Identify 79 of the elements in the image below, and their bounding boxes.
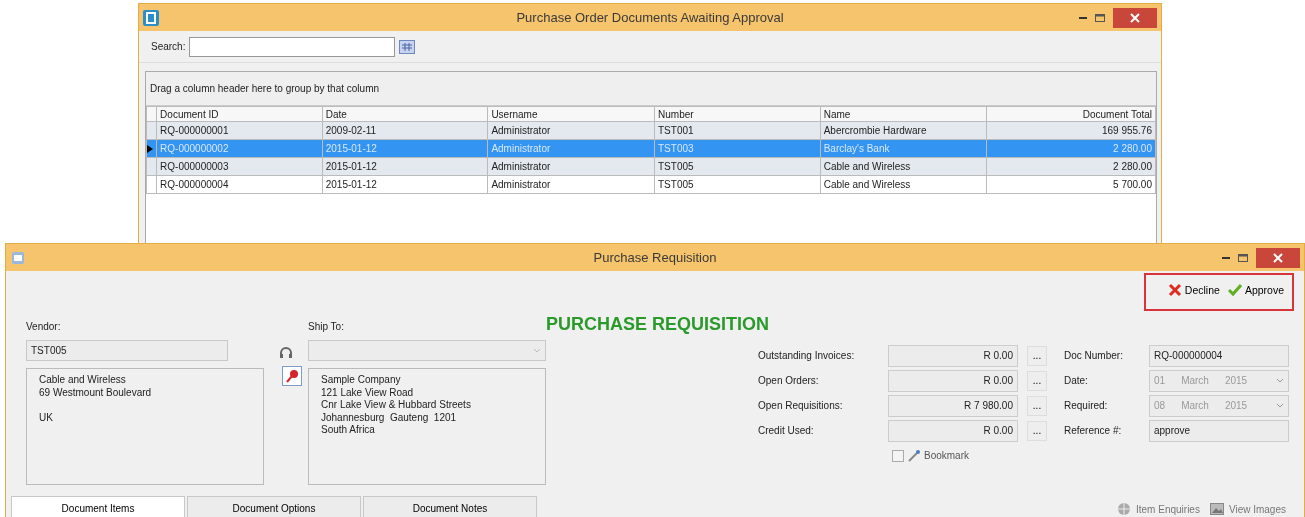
field-label: Open Requisitions: [758,400,844,411]
minimize-icon [1222,256,1230,259]
table-cell: TST005 [654,175,821,194]
balance-field: R 7 980.00 [888,394,1018,417]
pushpin-icon [285,369,299,383]
date-part: March [1181,375,1209,386]
headset-icon[interactable] [279,346,293,358]
chevron-down-icon [1276,402,1284,409]
wand-icon [907,448,921,463]
pin-button[interactable] [282,366,302,386]
table-cell: RQ-000000004 [156,175,323,194]
date-part: 08 [1154,400,1166,411]
column-header[interactable]: Username [487,106,655,122]
minimize-icon [1079,16,1087,19]
close-icon [1130,12,1140,23]
decline-button[interactable]: Decline [1167,283,1220,297]
minimize-button[interactable] [1079,16,1087,19]
ellipsis-button[interactable]: ... [1027,370,1047,391]
bookmark-checkbox[interactable] [892,449,904,462]
group-hint: Drag a column header here to group by that column [150,83,380,94]
column-header[interactable]: Name [820,106,987,122]
app-icon [10,249,26,266]
grid-button[interactable] [399,39,416,54]
date-part: March [1181,400,1209,411]
field-label: Open Orders: [758,375,820,386]
field-label: Ship To: [308,320,345,334]
field-label: Reference #: [1064,425,1123,436]
checkmark-icon [1227,283,1242,297]
text-field[interactable]: approve [1149,419,1289,442]
table-cell: Cable and Wireless [820,175,987,194]
form-heading: PURCHASE REQUISITION [546,314,770,334]
tab[interactable]: Document Items [11,496,185,517]
view-images-button[interactable]: View Images [1209,502,1286,516]
grid-icon [399,39,416,54]
ellipsis-button[interactable]: ... [1027,395,1047,416]
field-label: Required: [1064,400,1109,411]
row-pointer-icon [147,144,153,153]
table-cell: 2015-01-12 [322,175,488,194]
column-header[interactable]: Number [654,106,821,122]
chevron-down-icon [533,347,541,354]
vendor-address: Cable and Wireless 69 Westmount Boulevard UK [26,368,264,485]
field-label: Date: [1064,375,1089,386]
field-label: Doc Number: [1064,350,1124,361]
tab[interactable]: Document Options [187,496,361,517]
field-label: Outstanding Invoices: [758,350,856,361]
vendor-field[interactable]: TST005 [26,340,228,361]
search-label: Search: [151,41,186,52]
cross-icon [1167,283,1182,297]
ellipsis-button[interactable]: ... [1027,345,1047,366]
close-icon [1273,252,1283,263]
balance-field: R 0.00 [888,344,1018,367]
image-icon [1209,502,1224,516]
search-field[interactable] [189,36,396,57]
field-label: Credit Used: [758,425,815,436]
window-title: Purchase Order Documents Awaiting Approval [516,10,784,25]
item-enquiries-button[interactable]: Item Enquiries [1117,502,1200,516]
balance-field: R 0.00 [888,419,1018,442]
date-part: 2015 [1224,400,1248,411]
column-header[interactable]: Document Total [986,106,1156,122]
approve-button[interactable]: Approve [1227,283,1284,297]
date-part: 01 [1154,375,1166,386]
chevron-down-icon [1276,377,1284,384]
text-field[interactable]: RQ-000000004 [1149,344,1289,367]
field-label: Vendor: [26,320,62,334]
table-cell: Administrator [487,175,655,194]
date-part: 2015 [1224,375,1248,386]
column-header[interactable]: Date [322,106,488,122]
window-title: Purchase Requisition [593,250,717,265]
close-button[interactable] [1256,247,1300,268]
ship-to-address: Sample Company 121 Lake View Road Cnr Lake View & Hubbard Streets Johannesburg Gauteng 1201 South Africa [308,368,546,485]
minimize-button[interactable] [1222,256,1230,259]
ellipsis-button[interactable]: ... [1027,420,1047,441]
bookmark-label: Bookmark [924,450,969,461]
close-button[interactable] [1113,7,1157,28]
balance-field: R 0.00 [888,369,1018,392]
column-header[interactable]: Document ID [156,106,323,122]
table-cell: 5 700.00 [986,175,1156,194]
tab[interactable]: Document Notes [363,496,537,517]
app-icon [143,9,159,26]
